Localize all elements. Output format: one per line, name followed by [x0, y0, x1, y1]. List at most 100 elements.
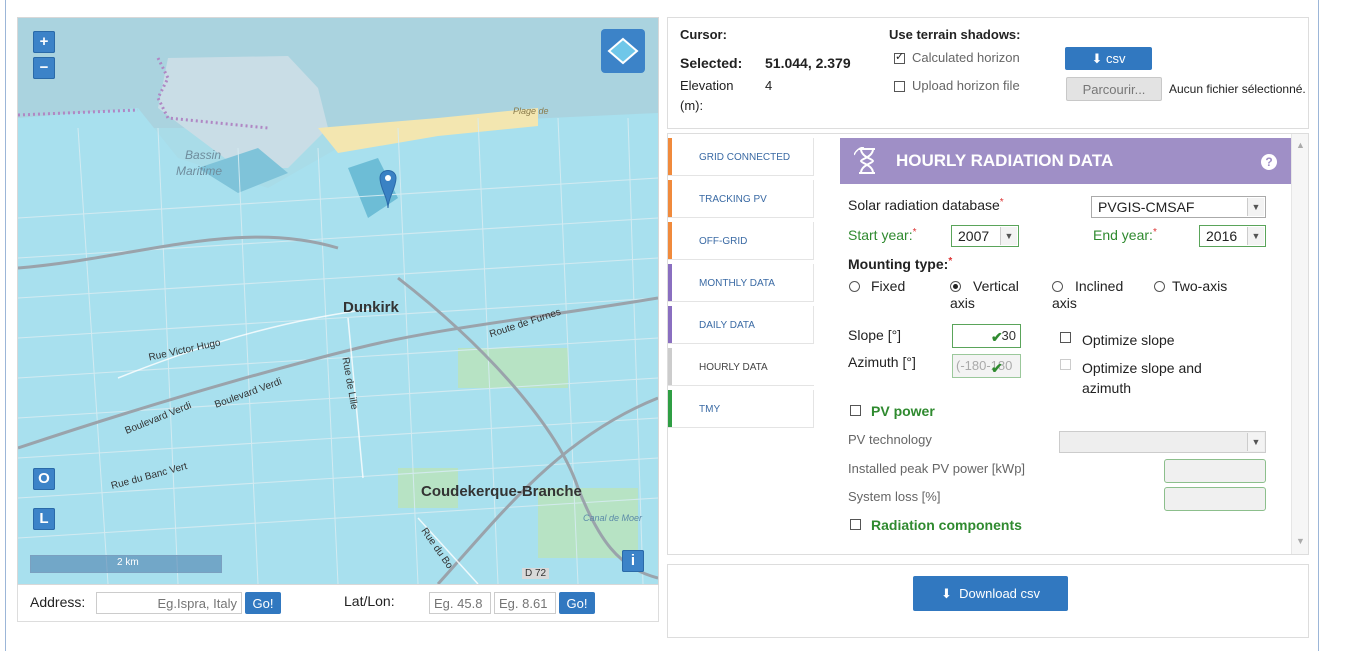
- tab-monthly-data[interactable]: MONTHLY DATA: [668, 264, 814, 302]
- tab-grid-connected[interactable]: GRID CONNECTED: [668, 138, 814, 176]
- latlon-go-button[interactable]: Go!: [559, 592, 595, 614]
- db-label: Solar radiation database*: [848, 197, 1004, 213]
- scroll-down-icon[interactable]: ▼: [1296, 536, 1305, 546]
- browse-button[interactable]: Parcourir...: [1066, 77, 1162, 101]
- calculated-horizon-checkbox[interactable]: [894, 50, 905, 64]
- tab-daily-data[interactable]: DAILY DATA: [668, 306, 814, 344]
- download-csv-label: Download csv: [959, 585, 1041, 601]
- download-csv-button[interactable]: ⬇ Download csv: [913, 576, 1068, 611]
- tab-off-grid[interactable]: OFF-GRID: [668, 222, 814, 260]
- chevron-down-icon: ▼: [1247, 227, 1264, 245]
- mounting-type-label: Mounting type:*: [848, 256, 952, 272]
- horizon-csv-button[interactable]: ⬇ csv: [1065, 47, 1152, 70]
- slope-value: 30: [1001, 328, 1016, 343]
- end-year-label-text: End year:: [1093, 227, 1153, 243]
- start-year-select[interactable]: 2007 ▼: [951, 225, 1019, 247]
- pv-power-checkbox[interactable]: [850, 405, 861, 416]
- map-view[interactable]: + − O L i 2 km Dunkirk Coudekerque-Branc…: [17, 17, 659, 585]
- tab-color-stripe: [668, 264, 672, 301]
- map-l-button[interactable]: L: [33, 508, 55, 530]
- cursor-info-box: Cursor: Selected: 51.044, 2.379 Elevatio…: [667, 17, 1309, 129]
- address-go-button[interactable]: Go!: [245, 592, 281, 614]
- tab-tmy[interactable]: TMY: [668, 390, 814, 428]
- tab-label: TMY: [699, 404, 721, 415]
- db-select[interactable]: PVGIS-CMSAF ▼: [1091, 196, 1266, 218]
- slope-input[interactable]: 30: [952, 324, 1021, 348]
- system-loss-input[interactable]: [1164, 487, 1266, 511]
- mount-vertical-label: Vertical: [973, 278, 1019, 294]
- tab-color-stripe: [668, 180, 672, 217]
- azimuth-value: (-180-180: [956, 358, 1013, 373]
- mount-fixed-label: Fixed: [871, 278, 906, 294]
- mount-inclined-radio[interactable]: [1052, 281, 1063, 292]
- peak-power-input[interactable]: [1164, 459, 1266, 483]
- map-o-button[interactable]: O: [33, 468, 55, 490]
- slope-valid-icon: ✔: [991, 329, 1003, 345]
- address-input[interactable]: [96, 592, 242, 614]
- end-year-label: End year:*: [1093, 227, 1157, 243]
- terrain-shadows-title: Use terrain shadows:: [889, 27, 1021, 42]
- slope-label: Slope [°]: [848, 327, 902, 343]
- mount-vertical-radio[interactable]: [950, 281, 961, 292]
- cursor-label: Cursor:: [680, 27, 727, 42]
- label-d72: D 72: [522, 568, 550, 579]
- optimize-slope-azimuth-checkbox[interactable]: [1060, 359, 1071, 370]
- scale-label: 2 km: [117, 557, 139, 568]
- tab-color-stripe: [668, 306, 672, 343]
- elevation-value: 4: [765, 78, 773, 93]
- upload-horizon-checkbox[interactable]: [894, 81, 905, 92]
- right-edge-line: [1318, 0, 1319, 651]
- elevation-label: Elevation: [680, 78, 734, 93]
- zoom-out-button[interactable]: −: [33, 57, 55, 79]
- selected-value: 51.044, 2.379: [765, 55, 851, 71]
- info-button[interactable]: i: [622, 550, 644, 572]
- mount-fixed-radio[interactable]: [849, 281, 860, 292]
- mount-vertical-label-2: axis: [950, 295, 975, 311]
- lon-input[interactable]: [494, 592, 556, 614]
- start-year-label: Start year:*: [848, 227, 917, 243]
- optimize-slope-checkbox[interactable]: [1060, 332, 1071, 343]
- tab-color-stripe: [668, 390, 672, 427]
- layers-button[interactable]: [601, 29, 645, 73]
- help-icon[interactable]: ?: [1261, 154, 1277, 170]
- label-dunkirk: Dunkirk: [343, 299, 399, 316]
- tab-label: GRID CONNECTED: [699, 152, 791, 163]
- section-title: HOURLY RADIATION DATA: [896, 151, 1114, 170]
- hourglass-icon: [854, 147, 875, 174]
- optimize-slope-label: Optimize slope: [1082, 332, 1175, 348]
- tab-hourly-data[interactable]: HOURLY DATA: [668, 348, 814, 386]
- tab-tracking-pv[interactable]: TRACKING PV: [668, 180, 814, 218]
- required-mark: *: [999, 197, 1004, 208]
- pv-technology-label: PV technology: [848, 432, 932, 447]
- selected-label: Selected:: [680, 55, 743, 71]
- end-year-select[interactable]: 2016 ▼: [1199, 225, 1266, 247]
- download-icon: ⬇: [1091, 50, 1103, 66]
- label-coudekerque: Coudekerque-Branche: [421, 483, 582, 500]
- azimuth-label: Azimuth [°]: [848, 354, 916, 370]
- azimuth-input[interactable]: (-180-180: [952, 354, 1021, 378]
- chevron-down-icon: ▼: [1247, 198, 1264, 216]
- scroll-up-icon[interactable]: ▲: [1296, 140, 1305, 150]
- zoom-in-button[interactable]: +: [33, 31, 55, 53]
- elevation-unit: (m):: [680, 98, 704, 113]
- tab-label: MONTHLY DATA: [699, 278, 775, 289]
- tool-panel: GRID CONNECTED TRACKING PV OFF-GRID MONTHLY…: [667, 133, 1309, 555]
- radiation-components-checkbox[interactable]: [850, 519, 861, 530]
- latlon-label: Lat/Lon:: [344, 593, 395, 609]
- layers-icon: [607, 37, 639, 65]
- azimuth-valid-icon: ✔: [991, 360, 1003, 376]
- pv-technology-select[interactable]: ▼: [1059, 431, 1266, 453]
- mount-twoaxis-radio[interactable]: [1154, 281, 1165, 292]
- chevron-down-icon: ▼: [1247, 433, 1264, 451]
- address-bar: Address: Go! Lat/Lon: Go!: [17, 585, 659, 622]
- lat-input[interactable]: [429, 592, 491, 614]
- tab-label: HOURLY DATA: [699, 362, 768, 373]
- download-box: ⬇ Download csv: [667, 564, 1309, 638]
- pv-power-label: PV power: [871, 403, 935, 419]
- calculated-horizon-label: Calculated horizon: [912, 50, 1020, 65]
- label-bassin: Bassin: [185, 148, 222, 162]
- db-label-text: Solar radiation database: [848, 197, 1000, 213]
- panel-scrollbar[interactable]: ▲ ▼: [1291, 134, 1308, 554]
- peak-power-label: Installed peak PV power [kWp]: [848, 461, 1026, 476]
- optimize-slope-azimuth-label: Optimize slope and: [1082, 360, 1202, 376]
